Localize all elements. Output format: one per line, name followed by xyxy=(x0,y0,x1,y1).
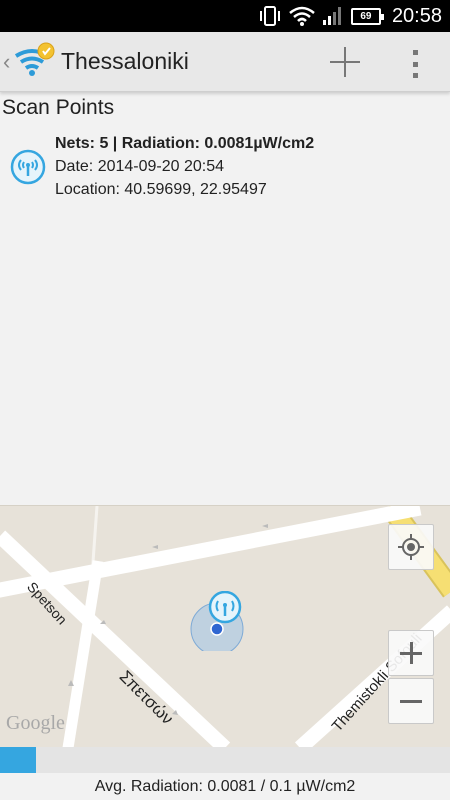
radiation-progress-bar xyxy=(0,747,450,773)
map-view[interactable]: Spetson Σπετσών Themistokli Sofouli Goog… xyxy=(0,505,450,747)
google-attribution: Google xyxy=(6,712,65,734)
wifi-icon xyxy=(289,6,315,26)
list-item[interactable]: Nets: 5 | Radiation: 0.0081µW/cm2 Date: … xyxy=(0,130,450,202)
scan-summary: Nets: 5 | Radiation: 0.0081µW/cm2 xyxy=(55,135,315,152)
overflow-menu-icon[interactable] xyxy=(400,48,430,80)
app-logo-icon[interactable] xyxy=(14,42,56,82)
battery-level: 69 xyxy=(360,10,372,22)
radiation-progress-fill xyxy=(0,747,37,773)
action-bar: ‹ Thessaloniki xyxy=(0,32,450,92)
status-time: 20:58 xyxy=(391,4,442,27)
back-caret-icon[interactable]: ‹ xyxy=(3,49,10,75)
scan-point-marker[interactable] xyxy=(190,591,246,651)
battery-icon: 69 xyxy=(350,7,384,25)
add-button[interactable] xyxy=(323,44,367,82)
locate-icon xyxy=(398,534,424,560)
section-title: Scan Points xyxy=(2,96,115,119)
signal-icon xyxy=(322,7,341,25)
status-bar: 69 20:58 xyxy=(0,0,450,32)
vibrate-icon xyxy=(259,6,280,26)
antenna-icon xyxy=(10,149,46,185)
zoom-in-icon xyxy=(400,642,422,664)
scan-location: Location: 40.59699, 22.95497 xyxy=(55,181,267,198)
avg-radiation-label: Avg. Radiation: 0.0081 / 0.1 µW/cm2 xyxy=(94,778,356,795)
zoom-in-button[interactable] xyxy=(388,630,434,676)
zoom-out-button[interactable] xyxy=(388,678,434,724)
zoom-out-icon xyxy=(400,690,422,712)
page-title: Thessaloniki xyxy=(61,48,189,74)
scan-date: Date: 2014-09-20 20:54 xyxy=(55,158,225,175)
my-location-button[interactable] xyxy=(388,524,434,570)
